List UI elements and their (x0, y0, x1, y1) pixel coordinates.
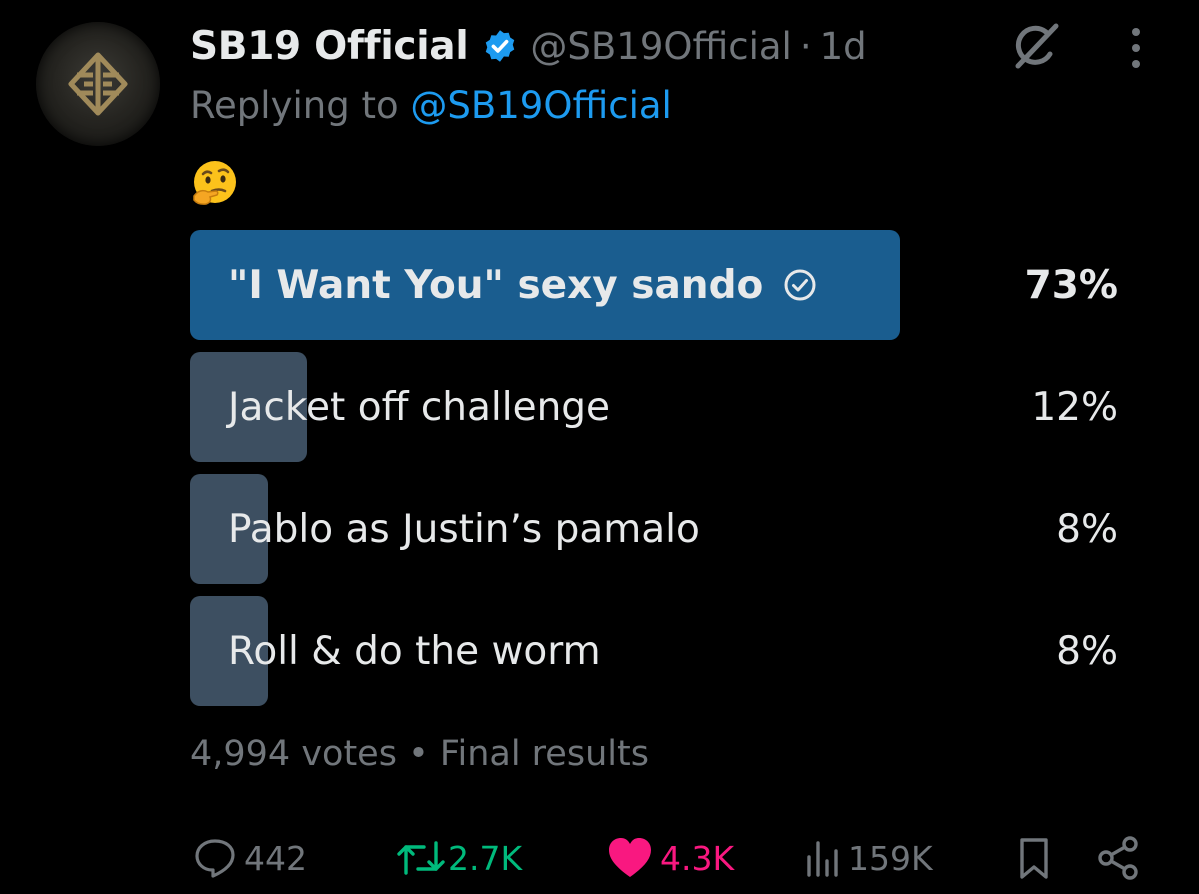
user-handle[interactable]: @SB19Official (530, 25, 791, 68)
poll-meta-separator: • (408, 734, 429, 774)
like-button[interactable]: 4.3K (606, 832, 734, 884)
like-count: 4.3K (660, 838, 735, 878)
heart-icon (609, 838, 651, 877)
reply-button[interactable]: 442 (192, 832, 307, 884)
poll-votes: 4,994 votes (190, 734, 397, 774)
views-count: 159K (848, 838, 933, 878)
poll-option-label: "I Want You" sexy sando (228, 262, 764, 308)
avatar[interactable] (36, 22, 160, 146)
more-icon[interactable] (1120, 24, 1152, 72)
share-icon (1098, 836, 1138, 880)
repost-icon (397, 841, 445, 875)
reply-count: 442 (244, 838, 307, 878)
views-button[interactable]: 159K (804, 832, 933, 884)
share-button[interactable] (1094, 832, 1142, 884)
reply-icon (195, 839, 235, 878)
poll-option-label: Pablo as Justin’s pamalo (228, 506, 700, 552)
poll-meta: 4,994 votes • Final results (190, 734, 649, 774)
display-name[interactable]: SB19 Official (190, 24, 469, 69)
sb19-logo-icon (68, 52, 128, 116)
check-circle-icon (783, 268, 817, 302)
poll-option-1: "I Want You" sexy sando 73% (190, 230, 1120, 340)
tweet-header: SB19 Official @SB19Official · 1d (190, 18, 867, 74)
repost-button[interactable]: 2.7K (394, 832, 522, 884)
replying-handle-link[interactable]: @SB19Official (410, 84, 671, 127)
poll-option-3: Pablo as Justin’s pamalo 8% (190, 474, 1120, 584)
poll-status: Final results (439, 734, 649, 774)
action-bar: 442 2.7K 4.3K 159K (190, 832, 1150, 884)
poll-option-label: Jacket off challenge (228, 384, 611, 430)
poll-option-percent: 12% (1031, 384, 1118, 430)
timestamp[interactable]: 1d (820, 25, 867, 68)
bookmark-button[interactable] (1016, 832, 1052, 884)
verified-badge-icon (482, 28, 518, 64)
poll-option-percent: 8% (1056, 506, 1118, 552)
grok-icon[interactable] (1008, 18, 1064, 74)
poll-option-percent: 73% (1024, 262, 1118, 308)
repost-count: 2.7K (448, 838, 523, 878)
header-separator: · (799, 24, 812, 68)
thinking-face-icon (190, 158, 240, 208)
replying-prefix: Replying to (190, 84, 399, 127)
replying-to: Replying to @SB19Official (190, 84, 672, 127)
poll-option-label: Roll & do the worm (228, 628, 601, 674)
views-icon (807, 841, 838, 877)
poll-option-percent: 8% (1056, 628, 1118, 674)
bookmark-icon (1020, 838, 1048, 879)
poll-option-4: Roll & do the worm 8% (190, 596, 1120, 706)
poll-option-2: Jacket off challenge 12% (190, 352, 1120, 462)
